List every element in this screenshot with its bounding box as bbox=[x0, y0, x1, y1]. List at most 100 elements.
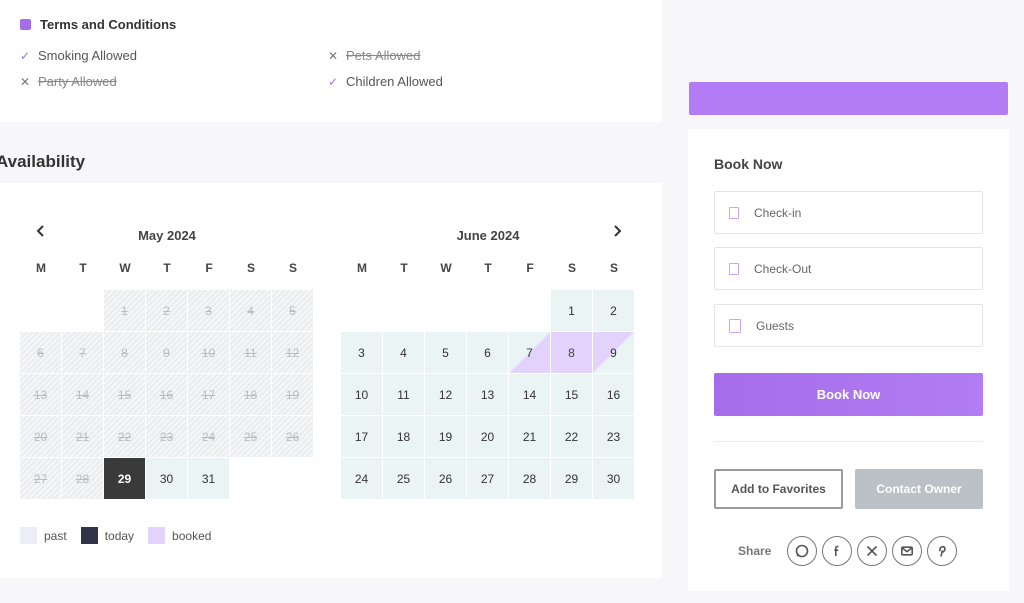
cross-icon: ✕ bbox=[328, 48, 339, 63]
calendar-day[interactable]: 19 bbox=[425, 416, 467, 458]
weekday-label: S bbox=[567, 261, 576, 275]
rule-label: Party Allowed bbox=[38, 74, 117, 89]
calendar-day: 6 bbox=[20, 332, 62, 374]
calendar-day[interactable]: 29 bbox=[104, 458, 146, 500]
calendar-day[interactable]: 13 bbox=[467, 374, 509, 416]
share-facebook-button[interactable] bbox=[822, 536, 852, 566]
calendar-day: 3 bbox=[188, 290, 230, 332]
calendar-day: 5 bbox=[272, 290, 314, 332]
checkout-placeholder: Check-Out bbox=[754, 261, 812, 276]
calendar-day: 14 bbox=[62, 374, 104, 416]
weekday-label: W bbox=[119, 261, 131, 275]
calendar-day[interactable]: 5 bbox=[425, 332, 467, 374]
share-whatsapp-button[interactable] bbox=[787, 536, 817, 566]
calendar-empty-cell bbox=[467, 290, 509, 332]
calendar-day[interactable]: 26 bbox=[425, 458, 467, 500]
checkin-field[interactable]: Check-in bbox=[714, 191, 983, 234]
contact-owner-button[interactable]: Contact Owner bbox=[855, 469, 983, 509]
calendar-empty-cell bbox=[20, 290, 62, 332]
calendar-day: 24 bbox=[188, 416, 230, 458]
calendar-card: May 2024 June 2024 MTWTFSS MTWTFSS 12345… bbox=[0, 183, 662, 578]
weekday-label: S bbox=[609, 261, 618, 275]
chevron-right-icon bbox=[614, 225, 622, 237]
calendar-day: 22 bbox=[104, 416, 146, 458]
share-pinterest-button[interactable] bbox=[927, 536, 957, 566]
legend-label: today bbox=[104, 528, 135, 543]
rule-children: ✓ Children Allowed bbox=[328, 74, 443, 89]
calendar-day[interactable]: 23 bbox=[593, 416, 635, 458]
calendar-day: 9 bbox=[146, 332, 188, 374]
calendar-day[interactable]: 10 bbox=[341, 374, 383, 416]
calendar-day[interactable]: 22 bbox=[551, 416, 593, 458]
next-month-button[interactable] bbox=[604, 218, 630, 244]
share-x-button[interactable] bbox=[857, 536, 887, 566]
calendar-day: 23 bbox=[146, 416, 188, 458]
whatsapp-icon bbox=[795, 544, 809, 558]
calendar-day[interactable]: 12 bbox=[425, 374, 467, 416]
divider bbox=[714, 441, 983, 442]
legend-label: booked bbox=[172, 528, 212, 543]
checkout-field[interactable]: Check-Out bbox=[714, 247, 983, 290]
legend-label: past bbox=[44, 528, 67, 543]
calendar-icon bbox=[729, 262, 739, 275]
weekday-label: M bbox=[36, 261, 46, 275]
calendar-day[interactable]: 11 bbox=[383, 374, 425, 416]
calendar-day[interactable]: 3 bbox=[341, 332, 383, 374]
check-icon: ✓ bbox=[328, 74, 339, 89]
calendar-day: 25 bbox=[230, 416, 272, 458]
calendar-day[interactable]: 7 bbox=[509, 332, 551, 374]
calendar-day[interactable]: 28 bbox=[509, 458, 551, 500]
weekday-label: F bbox=[205, 261, 213, 275]
weekday-label: T bbox=[79, 261, 87, 275]
calendar-day[interactable]: 6 bbox=[467, 332, 509, 374]
checkin-placeholder: Check-in bbox=[754, 205, 802, 220]
calendar-day[interactable]: 25 bbox=[383, 458, 425, 500]
calendar-day[interactable]: 16 bbox=[593, 374, 635, 416]
x-icon bbox=[866, 545, 878, 557]
calendar-day[interactable]: 17 bbox=[341, 416, 383, 458]
calendar-day[interactable]: 4 bbox=[383, 332, 425, 374]
terms-title: Terms and Conditions bbox=[20, 17, 176, 32]
weekday-label: T bbox=[163, 261, 171, 275]
weekday-header-may: MTWTFSS bbox=[20, 261, 314, 275]
calendar-day[interactable]: 20 bbox=[467, 416, 509, 458]
calendar-day[interactable]: 31 bbox=[188, 458, 230, 500]
calendar-empty-cell bbox=[341, 290, 383, 332]
share-label: Share bbox=[738, 544, 772, 558]
calendar-day: 17 bbox=[188, 374, 230, 416]
guests-placeholder: Guests bbox=[756, 318, 795, 333]
calendar-day[interactable]: 2 bbox=[593, 290, 635, 332]
calendar-icon bbox=[729, 206, 739, 219]
calendar-day: 8 bbox=[104, 332, 146, 374]
email-icon bbox=[900, 546, 913, 556]
calendar-day[interactable]: 9 bbox=[593, 332, 635, 374]
rule-pets: ✕ Pets Allowed bbox=[328, 48, 420, 63]
calendar-empty-cell bbox=[383, 290, 425, 332]
calendar-day: 1 bbox=[104, 290, 146, 332]
calendar-day: 2 bbox=[146, 290, 188, 332]
calendar-day[interactable]: 27 bbox=[467, 458, 509, 500]
calendar-day[interactable]: 24 bbox=[341, 458, 383, 500]
calendar-empty-cell bbox=[425, 290, 467, 332]
calendar-day: 12 bbox=[272, 332, 314, 374]
calendar-day: 7 bbox=[62, 332, 104, 374]
calendar-day: 26 bbox=[272, 416, 314, 458]
calendar-day[interactable]: 29 bbox=[551, 458, 593, 500]
share-email-button[interactable] bbox=[892, 536, 922, 566]
calendar-day[interactable]: 30 bbox=[593, 458, 635, 500]
calendar-day[interactable]: 15 bbox=[551, 374, 593, 416]
add-to-favorites-button[interactable]: Add to Favorites bbox=[714, 469, 843, 509]
book-now-button[interactable]: Book Now bbox=[714, 373, 983, 416]
calendar-day[interactable]: 14 bbox=[509, 374, 551, 416]
calendar-day[interactable]: 30 bbox=[146, 458, 188, 500]
guests-icon bbox=[729, 318, 741, 333]
calendar-day[interactable]: 21 bbox=[509, 416, 551, 458]
calendar-day[interactable]: 1 bbox=[551, 290, 593, 332]
calendar-day: 15 bbox=[104, 374, 146, 416]
facebook-icon bbox=[834, 545, 839, 556]
calendar-day[interactable]: 8 bbox=[551, 332, 593, 374]
guests-field[interactable]: Guests bbox=[714, 304, 983, 347]
calendar-day[interactable]: 18 bbox=[383, 416, 425, 458]
calendar-day: 18 bbox=[230, 374, 272, 416]
calendar-grid-may: 1 2 3 4 5 6 7 8 9 10 11 12 13 14 15 16 17 18 19 20 21 22 23 24 2… bbox=[20, 290, 314, 500]
